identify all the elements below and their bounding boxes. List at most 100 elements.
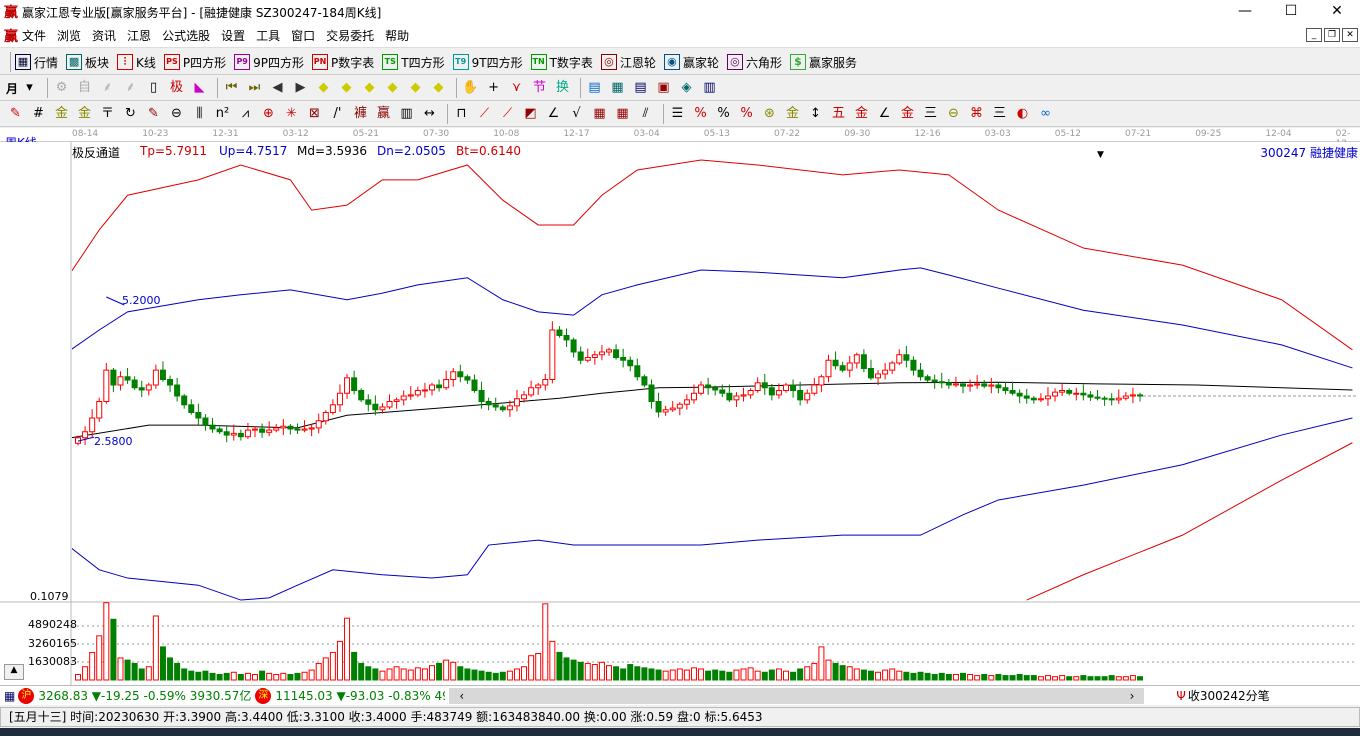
menu-item-2[interactable]: 资讯	[92, 27, 116, 44]
menu-item-3[interactable]: 江恩	[127, 27, 151, 44]
net-icon[interactable]: ◈	[677, 79, 696, 97]
winner-service-button[interactable]: $ 赢家服务	[789, 54, 857, 71]
minimize-button[interactable]: —	[1222, 0, 1268, 24]
p-square-button[interactable]: PS P四方形	[163, 54, 226, 71]
h2-icon[interactable]: 金	[52, 105, 71, 123]
period-dropdown-icon[interactable]: ▾	[20, 79, 39, 97]
f15-icon[interactable]: 三	[990, 105, 1009, 123]
menu-item-6[interactable]: 工具	[256, 27, 280, 44]
h18-icon[interactable]: ↔	[420, 105, 439, 123]
f14-icon[interactable]: ⌘	[967, 105, 986, 123]
h16-icon[interactable]: 赢	[374, 105, 393, 123]
h1-icon[interactable]: #	[29, 105, 48, 123]
h9-icon[interactable]: n²	[213, 105, 232, 123]
close-button[interactable]: ✕	[1314, 0, 1360, 24]
g2-icon[interactable]: ⟋	[475, 105, 494, 123]
d-icon[interactable]: ⸙	[121, 79, 140, 97]
h12-icon[interactable]: ✳	[282, 105, 301, 123]
h3-icon[interactable]: 金	[75, 105, 94, 123]
ticker-scrollbar[interactable]: ‹ ›	[449, 687, 1145, 704]
f3-icon[interactable]: %	[714, 105, 733, 123]
phone-icon[interactable]: ▥	[700, 79, 719, 97]
t-numtable-button[interactable]: TN T数字表	[530, 54, 593, 71]
y2-icon[interactable]: ◆	[337, 79, 356, 97]
f16-icon[interactable]: ◐	[1013, 105, 1032, 123]
hand-icon[interactable]: ✋	[461, 79, 480, 97]
draw-icon[interactable]: ⋎	[507, 79, 526, 97]
h5-icon[interactable]: ↻	[121, 105, 140, 123]
9t-square-button[interactable]: T9 9T四方形	[452, 54, 523, 71]
save-icon[interactable]: ▣	[654, 79, 673, 97]
9p-square-button[interactable]: P9 9P四方形	[234, 54, 304, 71]
f8-icon[interactable]: 五	[829, 105, 848, 123]
y5-icon[interactable]: ◆	[406, 79, 425, 97]
sector-button[interactable]: ▩ 板块	[66, 54, 109, 71]
h11-icon[interactable]: ⊕	[259, 105, 278, 123]
f6-icon[interactable]: 金	[783, 105, 802, 123]
y3-icon[interactable]: ◆	[360, 79, 379, 97]
doc-icon[interactable]: ▤	[631, 79, 650, 97]
f5-icon[interactable]: ⊛	[760, 105, 779, 123]
f1-icon[interactable]: ☰	[668, 105, 687, 123]
menu-item-1[interactable]: 浏览	[57, 27, 81, 44]
calc-icon[interactable]: ▦	[608, 79, 627, 97]
menu-item-7[interactable]: 窗口	[291, 27, 315, 44]
tick-detail-label[interactable]: 收300242分笔	[1188, 687, 1270, 704]
quotes-button[interactable]: ▦ 行情	[15, 54, 58, 71]
g7-icon[interactable]: ▦	[590, 105, 609, 123]
hexagon-button[interactable]: ◎ 六角形	[726, 54, 782, 71]
f13-icon[interactable]: ⊖	[944, 105, 963, 123]
h7-icon[interactable]: ⊖	[167, 105, 186, 123]
menu-item-0[interactable]: 文件	[22, 27, 46, 44]
f17-icon[interactable]: ∞	[1036, 105, 1055, 123]
kline-button[interactable]: ⫶ K线	[117, 54, 156, 71]
f11-icon[interactable]: 金	[898, 105, 917, 123]
t2-icon[interactable]: 换	[553, 79, 572, 97]
cross-icon[interactable]: +	[484, 79, 503, 97]
f-icon[interactable]: 极	[167, 79, 186, 97]
g1-icon[interactable]: ⊓	[452, 105, 471, 123]
h15-icon[interactable]: 褲	[351, 105, 370, 123]
scroll-left-button[interactable]: ‹	[459, 688, 464, 704]
h8-icon[interactable]: ⫼	[190, 105, 209, 123]
t1-icon[interactable]: 节	[530, 79, 549, 97]
f4-icon[interactable]: %	[737, 105, 756, 123]
right-icon[interactable]: ▶	[291, 79, 310, 97]
h13-icon[interactable]: ⊠	[305, 105, 324, 123]
scroll-up-button[interactable]: ▲	[4, 664, 24, 680]
menu-item-8[interactable]: 交易委托	[326, 27, 374, 44]
g9-icon[interactable]: ⫽	[636, 105, 655, 123]
last-icon[interactable]: ⏭	[245, 79, 264, 97]
maximize-button[interactable]: ☐	[1268, 0, 1314, 24]
cal-icon[interactable]: ▤	[585, 79, 604, 97]
g-icon[interactable]: ◣	[190, 79, 209, 97]
left-icon[interactable]: ◀	[268, 79, 287, 97]
mdi-minimize-button[interactable]: _	[1306, 28, 1322, 42]
g5-icon[interactable]: ∠	[544, 105, 563, 123]
menu-item-9[interactable]: 帮助	[385, 27, 409, 44]
c-icon[interactable]: ⸙	[98, 79, 117, 97]
e-icon[interactable]: ▯	[144, 79, 163, 97]
scroll-right-button[interactable]: ›	[1130, 688, 1135, 704]
gann-wheel-button[interactable]: ◎ 江恩轮	[600, 54, 656, 71]
t-square-button[interactable]: TS T四方形	[382, 54, 445, 71]
b-icon[interactable]: 自	[75, 79, 94, 97]
f12-icon[interactable]: 三	[921, 105, 940, 123]
y6-icon[interactable]: ◆	[429, 79, 448, 97]
winner-wheel-button[interactable]: ◉ 赢家轮	[663, 54, 719, 71]
ticker-menu-icon[interactable]: ▦	[4, 689, 15, 703]
g6-icon[interactable]: √	[567, 105, 586, 123]
h17-icon[interactable]: ▥	[397, 105, 416, 123]
f2-icon[interactable]: %	[691, 105, 710, 123]
g4-icon[interactable]: ◩	[521, 105, 540, 123]
mdi-close-button[interactable]: ✕	[1342, 28, 1358, 42]
y1-icon[interactable]: ◆	[314, 79, 333, 97]
period-selector[interactable]: 月	[6, 80, 18, 97]
g8-icon[interactable]: ▦	[613, 105, 632, 123]
p-numtable-button[interactable]: PN P数字表	[312, 54, 374, 71]
mdi-restore-button[interactable]: ❐	[1324, 28, 1340, 42]
g3-icon[interactable]: ⟋	[498, 105, 517, 123]
h14-icon[interactable]: /'	[328, 105, 347, 123]
kline-chart[interactable]: 5.2000 2.5800	[0, 142, 1360, 685]
f10-icon[interactable]: ∠	[875, 105, 894, 123]
